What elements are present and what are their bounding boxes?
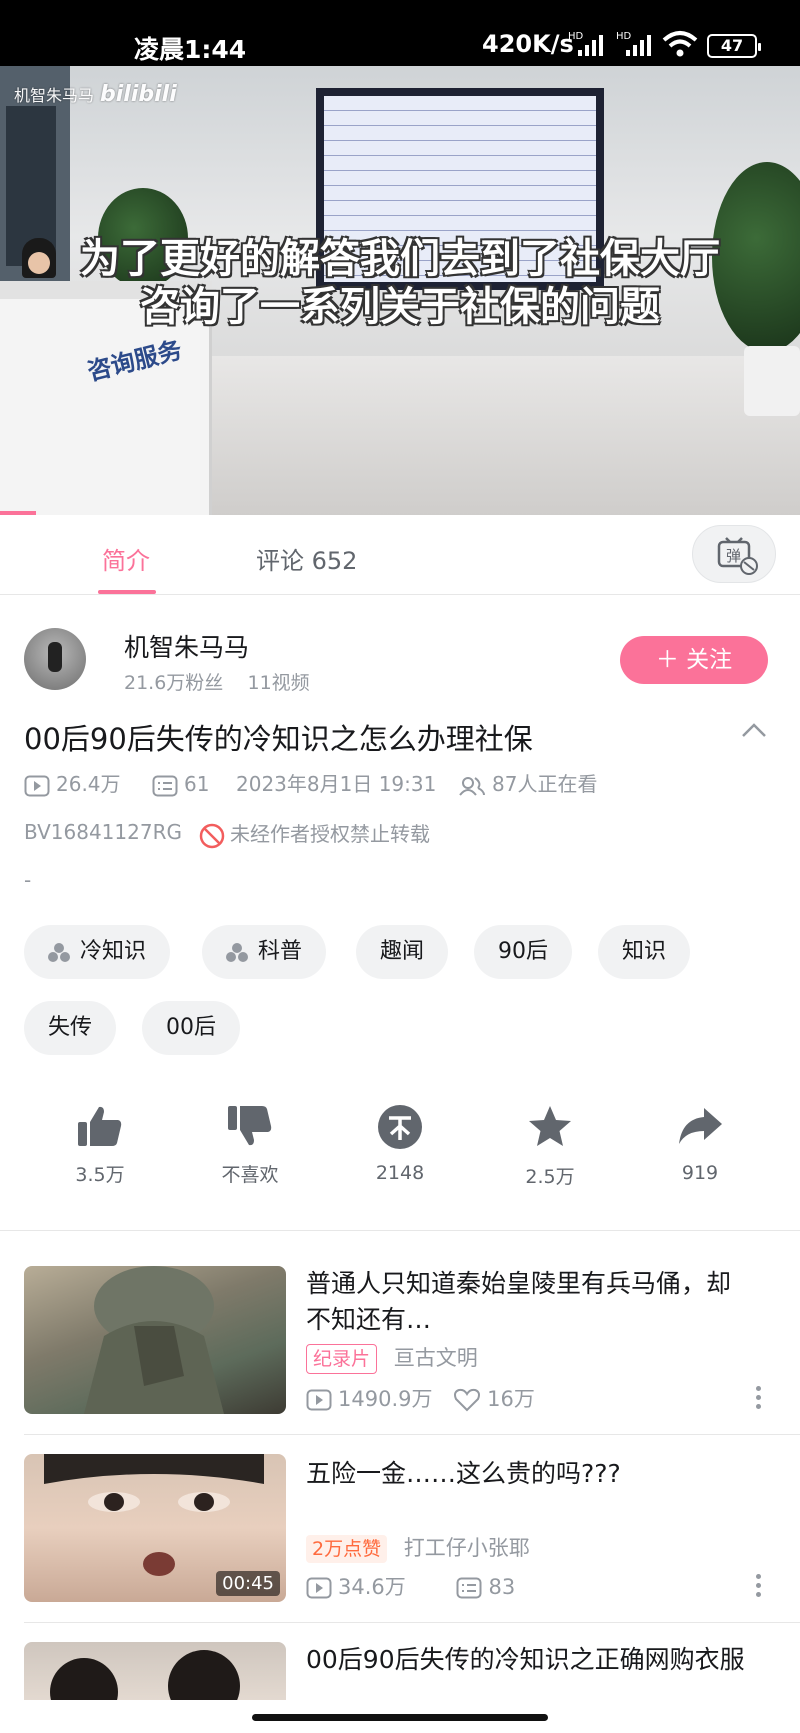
danmaku-count-icon <box>456 1577 482 1599</box>
tag-lost[interactable]: 失传 <box>24 1001 117 1055</box>
bilibili-logo: bilibili <box>100 82 177 107</box>
rec-source: 2万点赞 打工仔小张耶 <box>306 1532 530 1563</box>
coin-button[interactable]: 2148 <box>340 1104 460 1184</box>
hd-label: HD <box>568 31 584 42</box>
rec-thumbnail[interactable] <box>24 1266 286 1414</box>
topic-icon <box>226 943 248 962</box>
signal-icon: HD <box>568 31 603 56</box>
play-count-icon <box>306 1577 332 1599</box>
tab-comments[interactable]: 评论 652 <box>256 541 357 576</box>
danmaku-toggle-button[interactable]: 弹 <box>692 525 776 583</box>
desk-sign: 咨询服务 <box>84 335 185 387</box>
author-name[interactable]: 机智朱马马 <box>124 628 249 664</box>
rec-uploader: 打工仔小张耶 <box>403 1536 530 1560</box>
share-icon <box>679 1108 722 1144</box>
rec-thumbnail[interactable] <box>24 1642 286 1700</box>
rec-title[interactable]: 00后90后失传的冷知识之正确网购衣服 <box>306 1642 746 1700</box>
rec-divider <box>24 1434 800 1435</box>
favorite-icon <box>529 1106 571 1146</box>
rec-thumbnail-art <box>84 1266 224 1414</box>
video-title: 00后90后失传的冷知识之怎么办理社保 <box>24 722 533 756</box>
like-icon <box>78 1106 122 1146</box>
status-bar: 凌晨1:44 420K/s HD HD 47 <box>0 0 800 66</box>
rec-badge: 纪录片 <box>306 1344 378 1374</box>
hd-label-2: HD <box>616 31 632 42</box>
tag-90s[interactable]: 90后 <box>474 925 572 979</box>
more-icon[interactable] <box>756 1386 762 1413</box>
follow-button[interactable]: ＋ 关注 <box>620 636 768 684</box>
bvid[interactable]: BV16841127RG <box>24 820 182 844</box>
wifi-icon <box>662 31 698 57</box>
subtitle-line-2: 咨询了一系列关于社保的问题 <box>140 284 660 330</box>
author-fans: 21.6万粉丝 <box>124 672 224 694</box>
rec-stats: 1490.9万 16万 <box>306 1383 535 1413</box>
share-button[interactable]: 919 <box>640 1104 760 1184</box>
dislike-icon <box>228 1106 272 1146</box>
tag-fun-news[interactable]: 趣闻 <box>356 925 449 979</box>
watermark-name: 机智朱马马 <box>14 86 95 105</box>
rec-source: 纪录片 亘古文明 <box>306 1342 478 1374</box>
coin-icon <box>378 1105 422 1149</box>
rec-duration: 00:45 <box>216 1571 280 1596</box>
publish-date: 2023年8月1日 19:31 <box>236 772 437 796</box>
rec-title[interactable]: 五险一金……这么贵的吗??? <box>306 1456 746 1492</box>
danmaku-count-icon <box>152 775 178 796</box>
battery-icon: 47 <box>707 34 761 58</box>
like-button[interactable]: 3.5万 <box>40 1104 160 1187</box>
tag-cold-knowledge[interactable]: 冷知识 <box>24 925 171 979</box>
rec-uploader: 亘古文明 <box>393 1346 478 1370</box>
play-count-icon <box>306 1389 332 1411</box>
rec-stats: 34.6万 83 <box>306 1571 515 1601</box>
watching-count: 87人正在看 <box>458 770 597 798</box>
section-divider <box>0 1230 800 1231</box>
video-description: - <box>24 868 32 892</box>
rec-badge: 2万点赞 <box>306 1535 388 1563</box>
home-indicator[interactable] <box>252 1714 548 1721</box>
watching-icon <box>459 776 485 796</box>
author-avatar[interactable] <box>24 628 86 690</box>
author-video-count: 11视频 <box>247 672 310 694</box>
view-count: 26.4万 <box>24 770 121 798</box>
status-time: 凌晨1:44 <box>134 35 247 64</box>
network-speed: 420K/s <box>482 30 574 58</box>
no-repost-notice: 未经作者授权禁止转载 <box>198 818 430 850</box>
tab-intro[interactable]: 简介 <box>102 541 150 576</box>
play-count-icon <box>24 775 50 796</box>
author-stats: 21.6万粉丝 11视频 <box>124 668 310 695</box>
rec-thumbnail[interactable]: 00:45 <box>24 1454 286 1602</box>
signal-icon-2: HD <box>616 31 651 56</box>
forbidden-icon <box>199 823 225 848</box>
detail-tabs: 简介 评论 652 弹 <box>0 515 800 595</box>
svg-text:弹: 弹 <box>726 547 741 565</box>
danmaku-count: 61 <box>152 770 209 798</box>
tag-00s[interactable]: 00后 <box>142 1001 240 1055</box>
tag-knowledge[interactable]: 知识 <box>598 925 691 979</box>
topic-icon <box>48 943 70 962</box>
favorite-button[interactable]: 2.5万 <box>490 1104 610 1189</box>
rec-title[interactable]: 普通人只知道秦始皇陵里有兵马俑，却不知还有… <box>306 1266 746 1338</box>
rec-thumbnail-art <box>50 1650 240 1700</box>
video-watermark: 机智朱马马 bilibili <box>14 82 177 107</box>
rec-divider <box>24 1622 800 1623</box>
tag-science[interactable]: 科普 <box>202 925 327 979</box>
heart-icon <box>454 1388 481 1412</box>
more-icon[interactable] <box>756 1574 762 1601</box>
tab-active-indicator <box>98 590 156 594</box>
danmaku-off-icon: 弹 <box>717 537 758 575</box>
video-player[interactable]: 咨询服务 机智朱马马 bilibili 为了更好的解答我们去到了社保大厅 咨询了一… <box>0 66 800 515</box>
scene-pot <box>744 346 800 416</box>
dislike-button[interactable]: 不喜欢 <box>190 1104 310 1187</box>
chevron-up-icon[interactable] <box>740 720 768 740</box>
